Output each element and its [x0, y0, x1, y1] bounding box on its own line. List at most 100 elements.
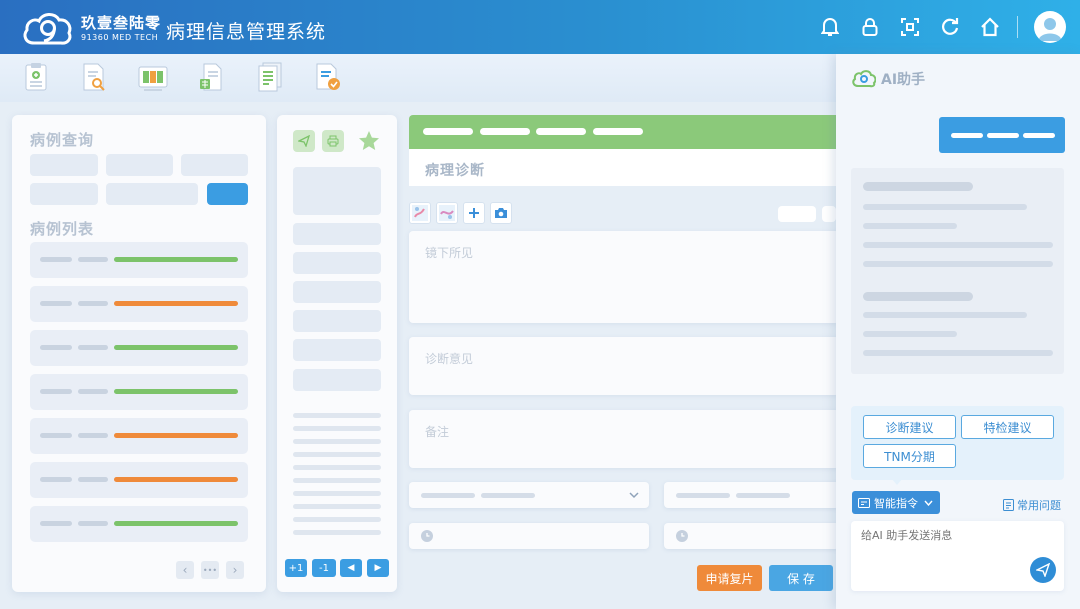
command-icon: [858, 497, 870, 508]
print-icon[interactable]: [322, 130, 344, 152]
slide-panel: +1 -1 ◀ ▶: [277, 115, 397, 592]
slide-item[interactable]: [293, 281, 381, 303]
brand-name-cn: 玖壹叁陆零: [81, 14, 162, 32]
remarks-label: 备注: [425, 425, 450, 439]
case-row[interactable]: [30, 418, 248, 454]
date-field-2[interactable]: [664, 523, 839, 549]
next-slide-button[interactable]: ▶: [367, 559, 389, 577]
query-field-3[interactable]: [181, 154, 248, 176]
select-field-1[interactable]: [409, 482, 649, 508]
slide-item[interactable]: [293, 252, 381, 274]
prev-slide-button[interactable]: ◀: [340, 559, 362, 577]
clock-icon: [676, 530, 688, 542]
document-list-icon[interactable]: [256, 62, 284, 92]
tnm-staging-button[interactable]: TNM分期: [863, 444, 956, 468]
toolbar-option-1[interactable]: [778, 206, 816, 222]
send-icon[interactable]: [293, 130, 315, 152]
slide-item[interactable]: [293, 339, 381, 361]
case-status-bar: [114, 433, 238, 438]
placeholder-line: [293, 426, 381, 431]
select-field-2[interactable]: [664, 482, 839, 508]
message-box: [851, 521, 1064, 591]
tab-placeholder[interactable]: [480, 128, 530, 135]
toolbar-option-2[interactable]: [822, 206, 836, 222]
case-status-bar: [114, 521, 238, 526]
plus-one-button[interactable]: +1: [285, 559, 307, 577]
case-row[interactable]: [30, 330, 248, 366]
ai-logo-icon: [852, 70, 876, 88]
chevron-down-icon: [629, 492, 639, 499]
case-row[interactable]: [30, 506, 248, 542]
tab-placeholder[interactable]: [423, 128, 473, 135]
lock-icon[interactable]: [859, 16, 881, 38]
add-image-icon[interactable]: [463, 202, 485, 224]
case-status-bar: [114, 389, 238, 394]
placeholder-line: [293, 491, 381, 496]
slide-item[interactable]: [293, 223, 381, 245]
scan-icon[interactable]: [899, 16, 921, 38]
bell-icon[interactable]: [819, 16, 841, 38]
image-thumb-2-icon[interactable]: [436, 202, 458, 224]
query-field-5[interactable]: [106, 183, 198, 205]
suggestion-area: 诊断建议 特检建议 TNM分期: [851, 406, 1064, 480]
brand-logo-icon: [23, 13, 72, 45]
case-list-title: 病例列表: [30, 220, 95, 238]
case-row[interactable]: [30, 286, 248, 322]
diagnosis-title: 病理诊断: [425, 163, 485, 179]
save-button[interactable]: 保 存: [769, 565, 833, 591]
document-check-icon[interactable]: [314, 62, 342, 92]
pagination-prev-button[interactable]: ‹: [176, 561, 194, 579]
case-row[interactable]: [30, 462, 248, 498]
query-field-1[interactable]: [30, 154, 98, 176]
faq-link[interactable]: 常用问题: [1003, 497, 1061, 513]
diagnosis-header: 病理诊断: [409, 149, 839, 186]
send-message-button[interactable]: [1030, 557, 1056, 583]
app-title: 病理信息管理系统: [166, 21, 327, 43]
case-status-bar: [114, 345, 238, 350]
case-row[interactable]: [30, 242, 248, 278]
faq-label: 常用问题: [1017, 499, 1061, 512]
message-input[interactable]: [861, 529, 1031, 542]
tab-placeholder[interactable]: [593, 128, 643, 135]
microscopy-label: 镜下所见: [425, 246, 474, 260]
diagnosis-opinion-field[interactable]: 诊断意见: [409, 337, 839, 395]
placeholder-line: [293, 452, 381, 457]
pagination-next-button[interactable]: ›: [226, 561, 244, 579]
query-field-4[interactable]: [30, 183, 98, 205]
clipboard-icon[interactable]: [22, 62, 50, 92]
document-search-icon[interactable]: [80, 62, 108, 92]
diagnosis-suggestion-button[interactable]: 诊断建议: [863, 415, 956, 439]
spreadsheet-icon[interactable]: [198, 62, 226, 92]
microscopy-field[interactable]: 镜下所见: [409, 231, 839, 323]
placeholder-line: [293, 517, 381, 522]
image-thumb-1-icon[interactable]: [409, 202, 431, 224]
refresh-icon[interactable]: [939, 16, 961, 38]
camera-icon[interactable]: [490, 202, 512, 224]
user-avatar[interactable]: [1034, 11, 1066, 43]
case-panel: 病例查询 病例列表 ‹ ••• ›: [12, 115, 266, 592]
request-review-button[interactable]: 申请复片: [697, 565, 762, 591]
minus-one-button[interactable]: -1: [312, 559, 336, 577]
special-test-suggestion-button[interactable]: 特检建议: [961, 415, 1054, 439]
slide-thumbnail[interactable]: [293, 167, 381, 215]
smart-command-dropdown[interactable]: 智能指令: [852, 491, 940, 514]
placeholder-line: [293, 478, 381, 483]
diagnosis-tab-bar: [409, 115, 839, 149]
home-icon[interactable]: [979, 16, 1001, 38]
remarks-field[interactable]: 备注: [409, 410, 839, 468]
tab-placeholder[interactable]: [536, 128, 586, 135]
chart-card-icon[interactable]: [138, 62, 168, 92]
star-icon[interactable]: [357, 129, 381, 153]
placeholder-line: [293, 413, 381, 418]
query-search-button[interactable]: [207, 183, 248, 205]
pagination-more-button[interactable]: •••: [201, 561, 219, 579]
slide-item[interactable]: [293, 369, 381, 391]
slide-item[interactable]: [293, 310, 381, 332]
query-field-2[interactable]: [106, 154, 173, 176]
ai-panel-title: AI助手: [881, 72, 926, 88]
case-row[interactable]: [30, 374, 248, 410]
header-divider: [1017, 16, 1018, 38]
ai-assistant-panel: AI助手 诊断建议 特检建议 TNM分期 智能指令 常用问题: [836, 54, 1080, 609]
ai-action-button[interactable]: [939, 117, 1065, 153]
date-field-1[interactable]: [409, 523, 649, 549]
